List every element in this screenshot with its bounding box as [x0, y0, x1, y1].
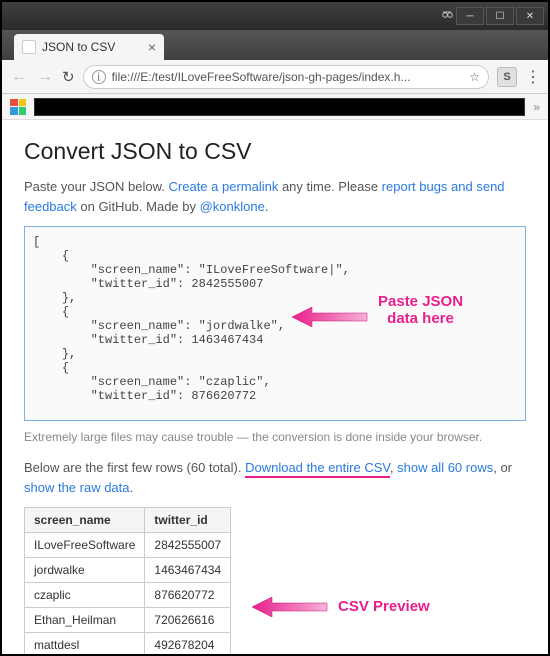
maximize-button[interactable]: ☐ [486, 7, 514, 25]
json-textarea[interactable] [24, 226, 526, 421]
address-bar: ← → ↻ i file:///E:/test/ILoveFreeSoftwar… [2, 60, 548, 94]
url-text: file:///E:/test/ILoveFreeSoftware/json-g… [112, 70, 464, 84]
csv-preview-table: screen_nametwitter_id ILoveFreeSoftware2… [24, 507, 231, 654]
url-input[interactable]: i file:///E:/test/ILoveFreeSoftware/json… [83, 65, 489, 89]
table-row: czaplic876620772 [25, 583, 231, 608]
back-button[interactable]: ← [10, 68, 28, 86]
intro-text: Paste your JSON below. Create a permalin… [24, 177, 526, 216]
hint-text: Extremely large files may cause trouble … [24, 430, 526, 444]
table-row: Ethan_Heilman720626616 [25, 608, 231, 633]
table-header: screen_name [25, 508, 145, 533]
annotation-csv-preview: CSV Preview [338, 598, 430, 615]
table-row: mattdesl492678204 [25, 633, 231, 655]
reload-button[interactable]: ↻ [62, 68, 75, 86]
close-tab-icon[interactable]: × [148, 39, 156, 55]
below-text: Below are the first few rows (60 total).… [24, 458, 526, 497]
window-titlebar: ─ ☐ ✕ [2, 2, 548, 30]
author-link[interactable]: @konklone [200, 199, 265, 214]
apps-icon[interactable] [10, 99, 26, 115]
show-raw-data-link[interactable]: show the raw data [24, 480, 130, 495]
table-row: ILoveFreeSoftware2842555007 [25, 533, 231, 558]
extension-badge[interactable]: S [497, 67, 517, 87]
tab-title: JSON to CSV [42, 40, 115, 54]
forward-button[interactable]: → [36, 68, 54, 86]
permalink-link[interactable]: Create a permalink [169, 179, 279, 194]
bookmarks-overflow-icon[interactable]: » [533, 100, 540, 114]
menu-button[interactable]: ⋮ [525, 67, 540, 87]
browser-tab[interactable]: JSON to CSV × [14, 34, 164, 60]
show-all-rows-link[interactable]: show all 60 rows [397, 460, 493, 475]
download-csv-link[interactable]: Download the entire CSV [245, 460, 390, 478]
table-row: jordwalke1463467434 [25, 558, 231, 583]
minimize-button[interactable]: ─ [456, 7, 484, 25]
tab-favicon-icon [22, 40, 36, 54]
arrow-csv-preview [252, 595, 332, 628]
tab-strip: JSON to CSV × [2, 30, 548, 60]
bookmarks-blackbox [34, 98, 525, 116]
page-title: Convert JSON to CSV [24, 138, 526, 165]
incognito-icon [440, 9, 454, 23]
bookmarks-bar: » [2, 94, 548, 120]
close-window-button[interactable]: ✕ [516, 7, 544, 25]
table-header: twitter_id [145, 508, 231, 533]
bookmark-star-icon[interactable]: ☆ [469, 70, 480, 84]
page-content: Convert JSON to CSV Paste your JSON belo… [2, 120, 548, 654]
site-info-icon[interactable]: i [92, 70, 106, 84]
